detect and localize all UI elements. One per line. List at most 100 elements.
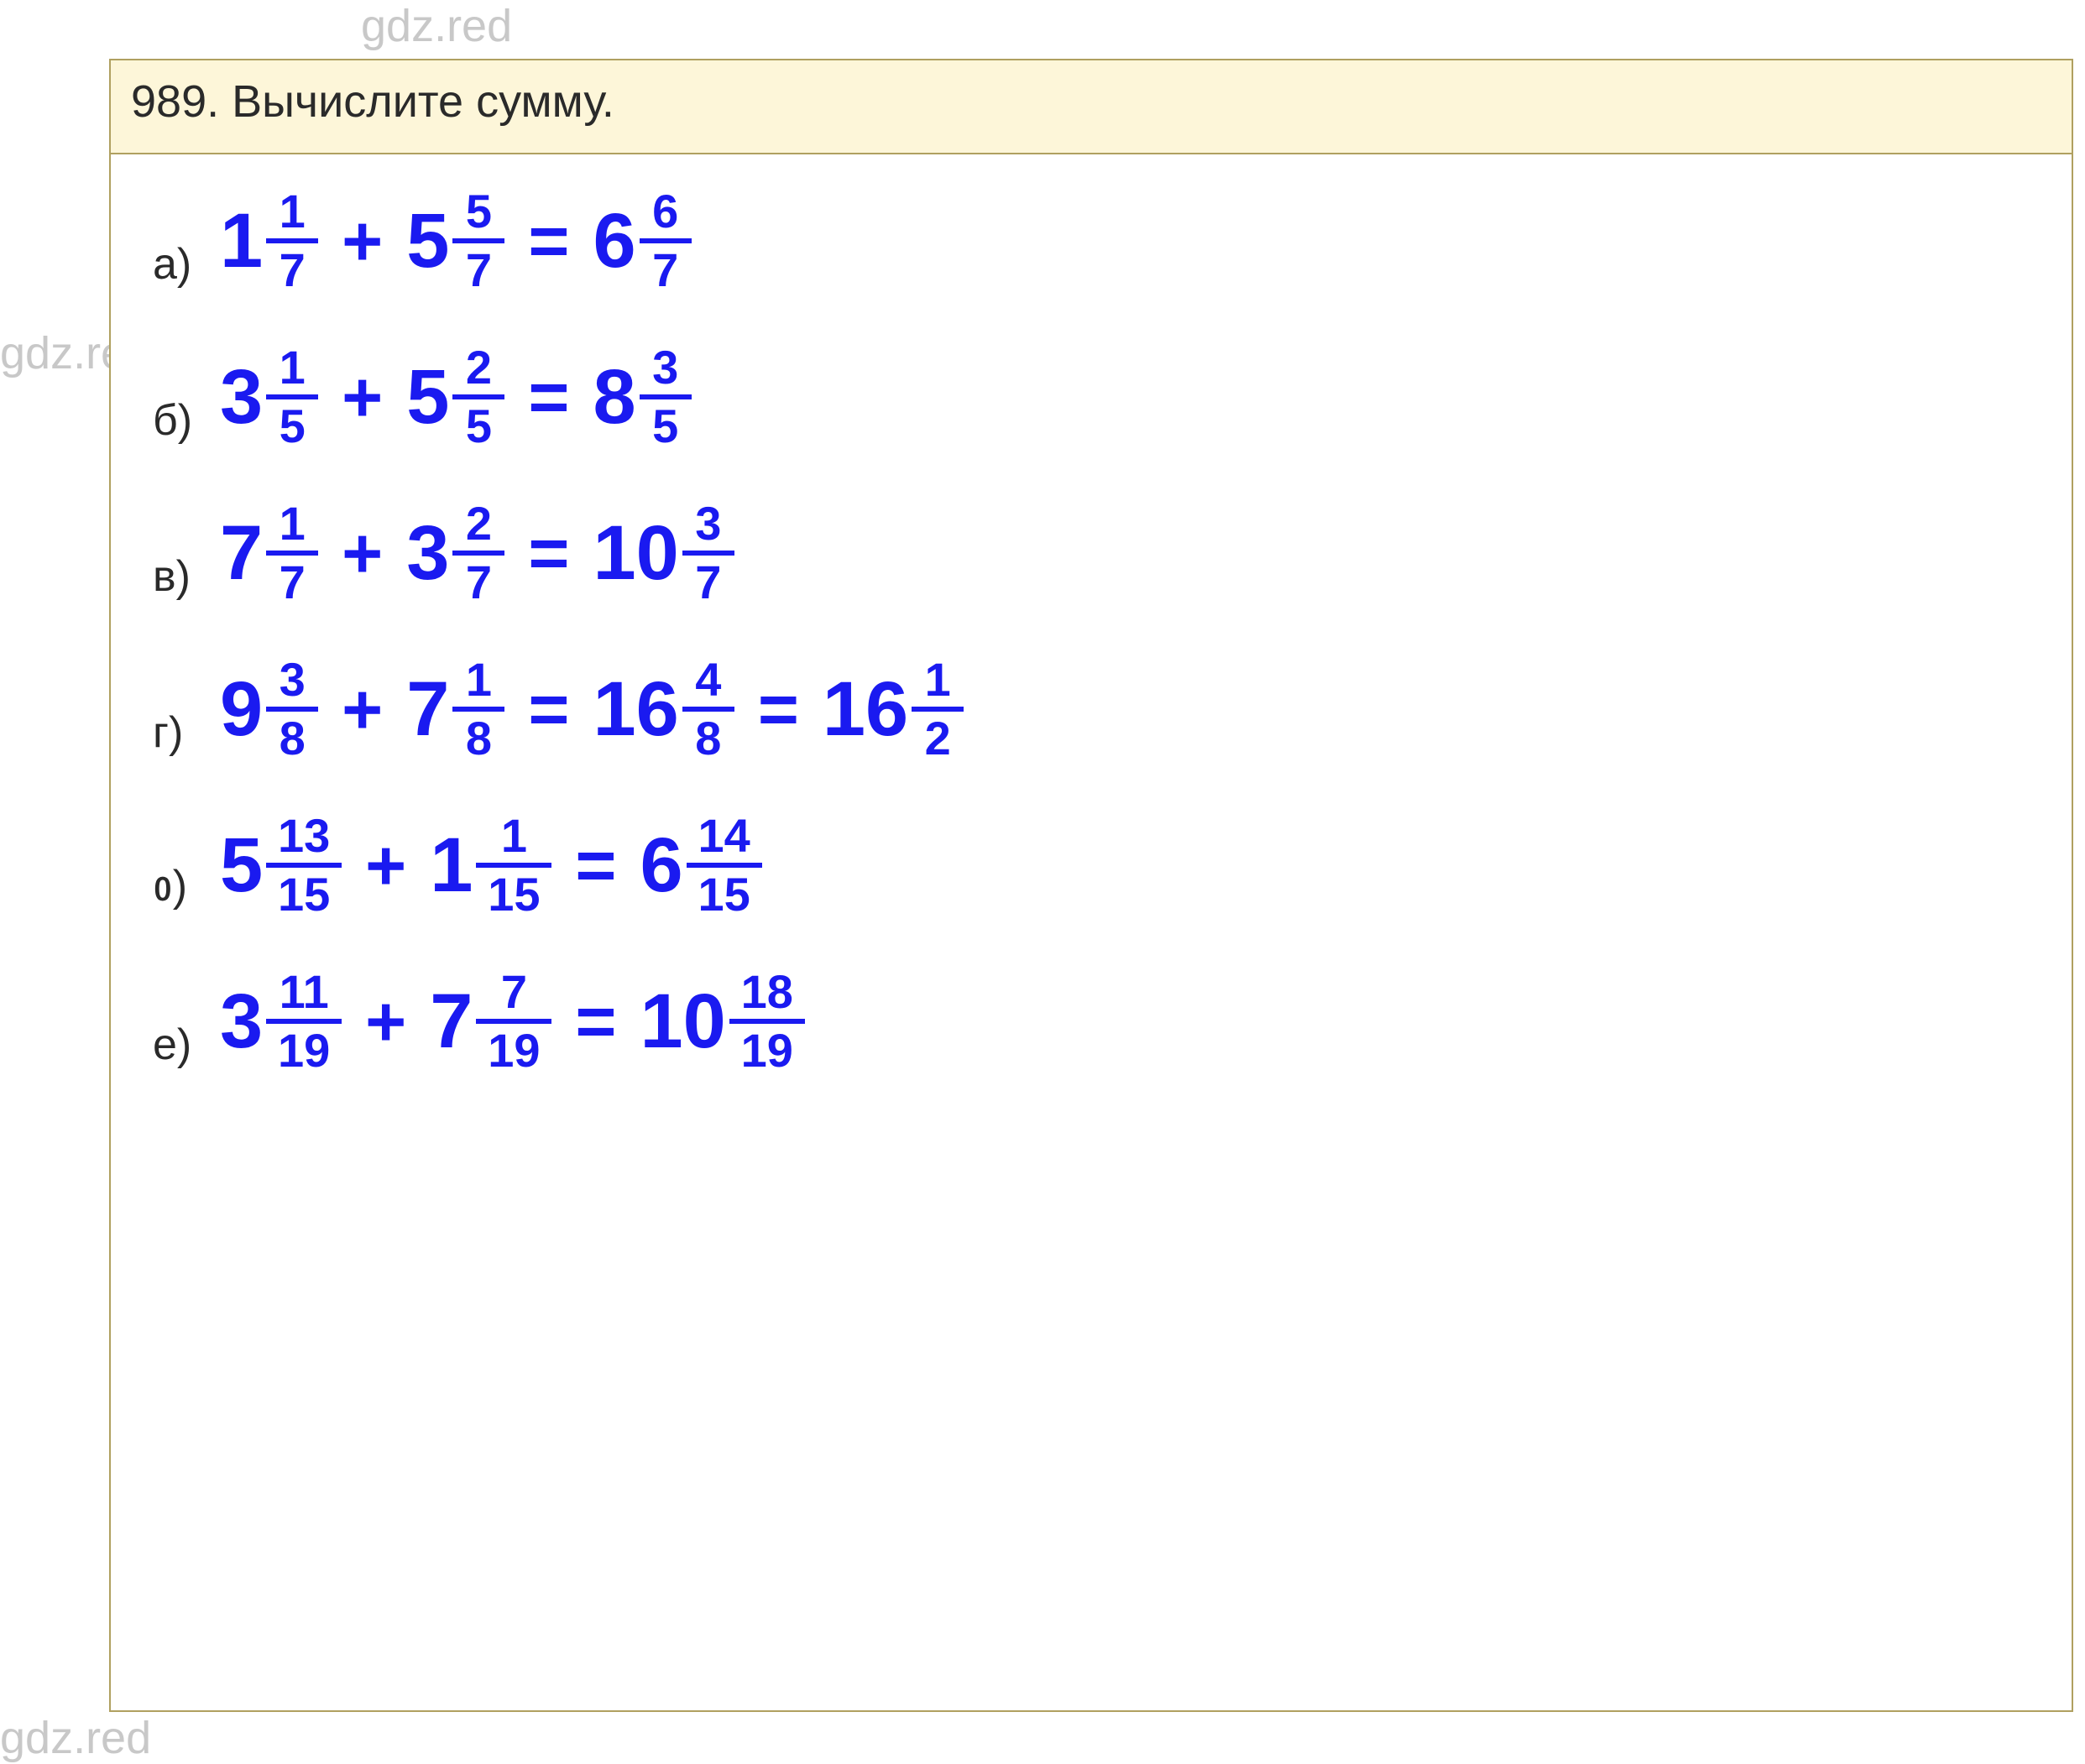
denominator: 5	[280, 403, 306, 450]
page: gdz.red gdz.red gdz.red gdz.red gdz.red …	[0, 0, 2085, 1761]
mixed-number: 8 3 5	[593, 344, 691, 450]
row-label: е)	[144, 1020, 220, 1074]
whole-part: 5	[406, 202, 449, 279]
denominator: 19	[278, 1027, 330, 1074]
fraction: 1 8	[452, 656, 504, 762]
mixed-number: 10 18 19	[640, 968, 804, 1074]
numerator: 13	[278, 812, 330, 859]
row-label: а)	[144, 239, 220, 294]
numerator: 1	[466, 656, 492, 703]
denominator: 15	[488, 871, 540, 918]
mixed-number: 9 3 8	[220, 656, 318, 762]
row-label: б)	[144, 395, 220, 450]
fraction: 18 19	[729, 968, 805, 1074]
whole-part: 9	[220, 671, 263, 748]
numerator: 3	[280, 656, 306, 703]
denominator: 19	[741, 1027, 793, 1074]
denominator: 8	[280, 715, 306, 762]
plus-sign: +	[342, 513, 383, 594]
mixed-number: 7 7 19	[430, 968, 551, 1074]
numerator: 18	[741, 968, 793, 1015]
mixed-number: 10 3 7	[593, 500, 734, 606]
equals-sign: =	[528, 357, 569, 438]
mixed-number: 5 2 5	[406, 344, 504, 450]
plus-sign: +	[342, 357, 383, 438]
equals-sign: =	[758, 669, 799, 750]
whole-part: 1	[430, 827, 473, 904]
fraction: 2 7	[452, 500, 504, 606]
mixed-number: 5 5 7	[406, 188, 504, 294]
numerator: 1	[280, 500, 306, 547]
numerator: 4	[695, 656, 721, 703]
whole-part: 7	[430, 983, 473, 1060]
fraction: 2 5	[452, 344, 504, 450]
equals-sign: =	[575, 981, 616, 1062]
numerator: 11	[280, 968, 329, 1015]
fraction: 3 8	[266, 656, 318, 762]
numerator: 5	[466, 188, 492, 235]
whole-part: 7	[220, 514, 263, 592]
problem-header: 989. Вычислите сумму.	[111, 60, 2072, 154]
problem-row: в) 7 1 7 + 3 2	[144, 500, 2055, 606]
mixed-number: 1 1 7	[220, 188, 318, 294]
fraction: 1 2	[912, 656, 964, 762]
denominator: 2	[925, 715, 951, 762]
denominator: 8	[466, 715, 492, 762]
equals-sign: =	[528, 669, 569, 750]
whole-part: 16	[823, 671, 908, 748]
equals-sign: =	[528, 513, 569, 594]
problem-row: а) 1 1 7 + 5 5	[144, 188, 2055, 294]
whole-part: 6	[640, 827, 682, 904]
fraction: 1 15	[476, 812, 551, 918]
expression: 3 1 5 + 5 2 5	[220, 344, 692, 450]
plus-sign: +	[342, 669, 383, 750]
numerator: 2	[466, 500, 492, 547]
fraction: 7 19	[476, 968, 551, 1074]
whole-part: 10	[593, 514, 678, 592]
mixed-number: 6 6 7	[593, 188, 691, 294]
whole-part: 8	[593, 358, 635, 436]
whole-part: 7	[406, 671, 449, 748]
numerator: 3	[695, 500, 721, 547]
plus-sign: +	[365, 981, 406, 1062]
fraction: 1 5	[266, 344, 318, 450]
problem-row: б) 3 1 5 + 5 2	[144, 344, 2055, 450]
denominator: 5	[466, 403, 492, 450]
whole-part: 6	[593, 202, 635, 279]
fraction: 4 8	[682, 656, 734, 762]
denominator: 7	[466, 559, 492, 606]
denominator: 8	[695, 715, 721, 762]
denominator: 15	[698, 871, 750, 918]
numerator: 3	[652, 344, 678, 391]
fraction: 11 19	[266, 968, 342, 1074]
numerator: 1	[925, 656, 951, 703]
numerator: 2	[466, 344, 492, 391]
denominator: 7	[695, 559, 721, 606]
whole-part: 5	[220, 827, 263, 904]
denominator: 7	[280, 247, 306, 294]
whole-part: 1	[220, 202, 263, 279]
equals-sign: =	[575, 825, 616, 906]
equals-sign: =	[528, 201, 569, 282]
watermark: gdz.red	[0, 1712, 151, 1764]
worksheet-frame: 989. Вычислите сумму. а) 1 1 7 +	[109, 59, 2073, 1712]
whole-part: 5	[406, 358, 449, 436]
mixed-number: 16 1 2	[823, 656, 964, 762]
plus-sign: +	[365, 825, 406, 906]
whole-part: 3	[406, 514, 449, 592]
plus-sign: +	[342, 201, 383, 282]
denominator: 7	[466, 247, 492, 294]
mixed-number: 3 2 7	[406, 500, 504, 606]
mixed-number: 16 4 8	[593, 656, 734, 762]
fraction: 1 7	[266, 188, 318, 294]
fraction: 5 7	[452, 188, 504, 294]
numerator: 1	[280, 344, 306, 391]
whole-part: 3	[220, 983, 263, 1060]
expression: 9 3 8 + 7 1 8	[220, 656, 964, 762]
denominator: 5	[652, 403, 678, 450]
row-label: в)	[144, 551, 220, 606]
watermark: gdz.red	[361, 0, 512, 52]
mixed-number: 1 1 15	[430, 812, 551, 918]
fraction: 14 15	[687, 812, 762, 918]
expression: 5 13 15 + 1 1 15	[220, 812, 762, 918]
